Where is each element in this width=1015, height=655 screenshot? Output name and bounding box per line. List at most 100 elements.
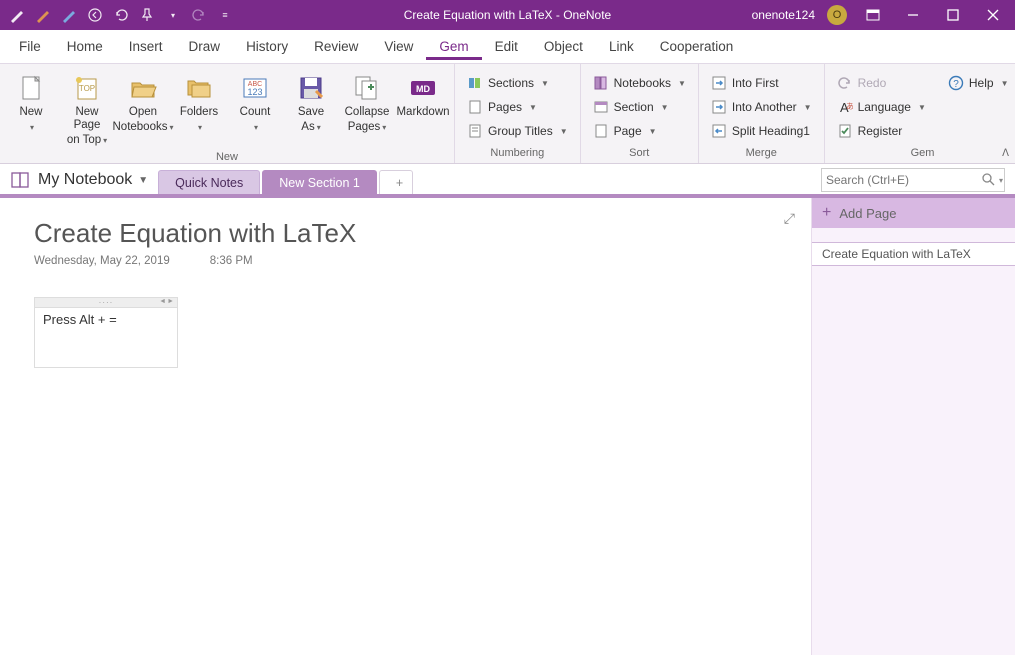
sections-icon — [467, 75, 483, 91]
pages-button[interactable]: Pages ▼ — [463, 96, 572, 118]
register-button[interactable]: Register — [833, 120, 930, 142]
pen-orange-icon[interactable] — [34, 6, 52, 24]
page-time[interactable]: 8:36 PM — [210, 255, 253, 267]
language-icon: Aあ — [837, 99, 853, 115]
svg-text:123: 123 — [247, 87, 262, 97]
menu-home[interactable]: Home — [54, 33, 116, 60]
ribbon-group-sort: Notebooks ▼ Section ▼ Page ▼ Sort — [581, 64, 699, 163]
chevron-down-icon: ▼ — [804, 103, 812, 112]
tab-new-section-1[interactable]: New Section 1 — [262, 170, 377, 194]
page-title[interactable]: Create Equation with LaTeX — [34, 218, 777, 249]
menu-file[interactable]: File — [6, 33, 54, 60]
qat-customize-icon[interactable]: ≡ — [216, 6, 234, 24]
page-list: Create Equation with LaTeX — [812, 228, 1015, 655]
new-page-top-icon: TOP — [71, 72, 103, 104]
chevron-down-icon: ▼ — [138, 175, 148, 186]
close-icon[interactable] — [979, 5, 1007, 25]
chevron-down-icon: ▼ — [678, 79, 686, 88]
redo-button: Redo — [833, 72, 930, 94]
count-button[interactable]: ABC123 Count ▾ — [228, 70, 282, 136]
merge-first-button[interactable]: Into First — [707, 72, 816, 94]
page-date[interactable]: Wednesday, May 22, 2019 — [34, 255, 170, 267]
sort-section-button[interactable]: Section ▼ — [589, 96, 690, 118]
qat-caret-icon[interactable]: ▾ — [164, 6, 182, 24]
user-name[interactable]: onenote124 — [752, 8, 815, 22]
search-icon[interactable] — [981, 172, 997, 188]
menu-history[interactable]: History — [233, 33, 301, 60]
menu-review[interactable]: Review — [301, 33, 371, 60]
menu-gem[interactable]: Gem — [426, 33, 481, 60]
collapse-ribbon-icon[interactable]: ᐱ — [1002, 148, 1009, 159]
split-button[interactable]: Split Heading1 — [707, 120, 816, 142]
minimize-icon[interactable] — [899, 5, 927, 25]
add-section-tab[interactable]: + — [379, 170, 413, 194]
app-name: OneNote — [563, 8, 611, 22]
chevron-down-icon: ▼ — [1001, 79, 1009, 88]
save-as-button[interactable]: Save As▾ — [284, 70, 338, 136]
new-page-button[interactable]: New ▾ — [4, 70, 58, 136]
pen-white-icon[interactable] — [8, 6, 26, 24]
add-page-label: Add Page — [839, 206, 896, 221]
chevron-down-icon[interactable]: ▾ — [999, 176, 1003, 185]
redo-qat-icon — [190, 6, 208, 24]
user-avatar[interactable]: O — [827, 5, 847, 25]
help-button[interactable]: ? Help ▼ — [944, 72, 1013, 94]
ribbon: New ▾TOP New Page on Top▾ Open Notebooks… — [0, 64, 1015, 164]
new-page-top-button[interactable]: TOP New Page on Top▾ — [60, 70, 114, 149]
menu-draw[interactable]: Draw — [176, 33, 234, 60]
menu-edit[interactable]: Edit — [482, 33, 531, 60]
ribbon-options-icon[interactable] — [859, 5, 887, 25]
collapse-button[interactable]: Collapse Pages▾ — [340, 70, 394, 136]
merge-another-icon — [711, 99, 727, 115]
notebook-selector[interactable]: My Notebook ▼ — [10, 171, 158, 194]
page-list-item[interactable]: Create Equation with LaTeX — [812, 242, 1015, 266]
sort-page-button[interactable]: Page ▼ — [589, 120, 690, 142]
maximize-icon[interactable] — [939, 5, 967, 25]
note-drag-handle[interactable]: ···· — [35, 298, 177, 308]
new-page-icon — [15, 72, 47, 104]
group-label-sort: Sort — [585, 145, 694, 163]
sections-button[interactable]: Sections ▼ — [463, 72, 572, 94]
group-label-numbering: Numbering — [459, 145, 576, 163]
sort-section-icon — [593, 99, 609, 115]
note-body[interactable]: Press Alt + = — [35, 308, 177, 367]
add-page-button[interactable]: + Add Page — [812, 198, 1015, 228]
group-titles-icon — [467, 123, 483, 139]
menu-link[interactable]: Link — [596, 33, 647, 60]
main-area: ⤢ Create Equation with LaTeX Wednesday, … — [0, 198, 1015, 655]
undo-icon[interactable] — [112, 6, 130, 24]
window-title: Create Equation with LaTeX - OneNote — [404, 8, 611, 22]
menu-cooperation[interactable]: Cooperation — [647, 33, 747, 60]
search-box[interactable]: ▾ — [821, 168, 1005, 192]
language-button[interactable]: Aあ Language ▼ — [833, 96, 930, 118]
back-icon[interactable] — [86, 6, 104, 24]
pin-icon[interactable] — [138, 6, 156, 24]
split-icon — [711, 123, 727, 139]
ribbon-group-gem: Redo Aあ Language ▼ Register ? Help ▼ Gem — [825, 64, 1015, 163]
chevron-down-icon: ▼ — [661, 103, 669, 112]
notebook-bar: My Notebook ▼ Quick Notes New Section 1 … — [0, 164, 1015, 198]
menu-view[interactable]: View — [371, 33, 426, 60]
search-input[interactable] — [826, 173, 981, 187]
page-list-pane: + Add Page Create Equation with LaTeX — [811, 198, 1015, 655]
group-titles-button[interactable]: Group Titles ▼ — [463, 120, 572, 142]
expand-icon[interactable]: ⤢ — [784, 210, 795, 227]
merge-another-button[interactable]: Into Another ▼ — [707, 96, 816, 118]
folders-button[interactable]: Folders ▾ — [172, 70, 226, 136]
tab-quick-notes[interactable]: Quick Notes — [158, 170, 260, 194]
svg-text:TOP: TOP — [79, 84, 95, 93]
title-right: onenote124 O — [752, 5, 1007, 25]
sort-nb-button[interactable]: Notebooks ▼ — [589, 72, 690, 94]
pen-blue-icon[interactable] — [60, 6, 78, 24]
page-canvas[interactable]: ⤢ Create Equation with LaTeX Wednesday, … — [0, 198, 811, 655]
markdown-button[interactable]: MD Markdown — [396, 70, 450, 123]
collapse-icon — [351, 72, 383, 104]
page-meta: Wednesday, May 22, 2019 8:36 PM — [34, 255, 777, 267]
menu-object[interactable]: Object — [531, 33, 596, 60]
plus-icon: + — [822, 204, 831, 222]
chevron-down-icon: ▼ — [541, 79, 549, 88]
menu-insert[interactable]: Insert — [116, 33, 176, 60]
open-nb-button[interactable]: Open Notebooks▾ — [116, 70, 170, 136]
note-container[interactable]: ···· Press Alt + = — [34, 297, 178, 368]
markdown-icon: MD — [407, 72, 439, 104]
